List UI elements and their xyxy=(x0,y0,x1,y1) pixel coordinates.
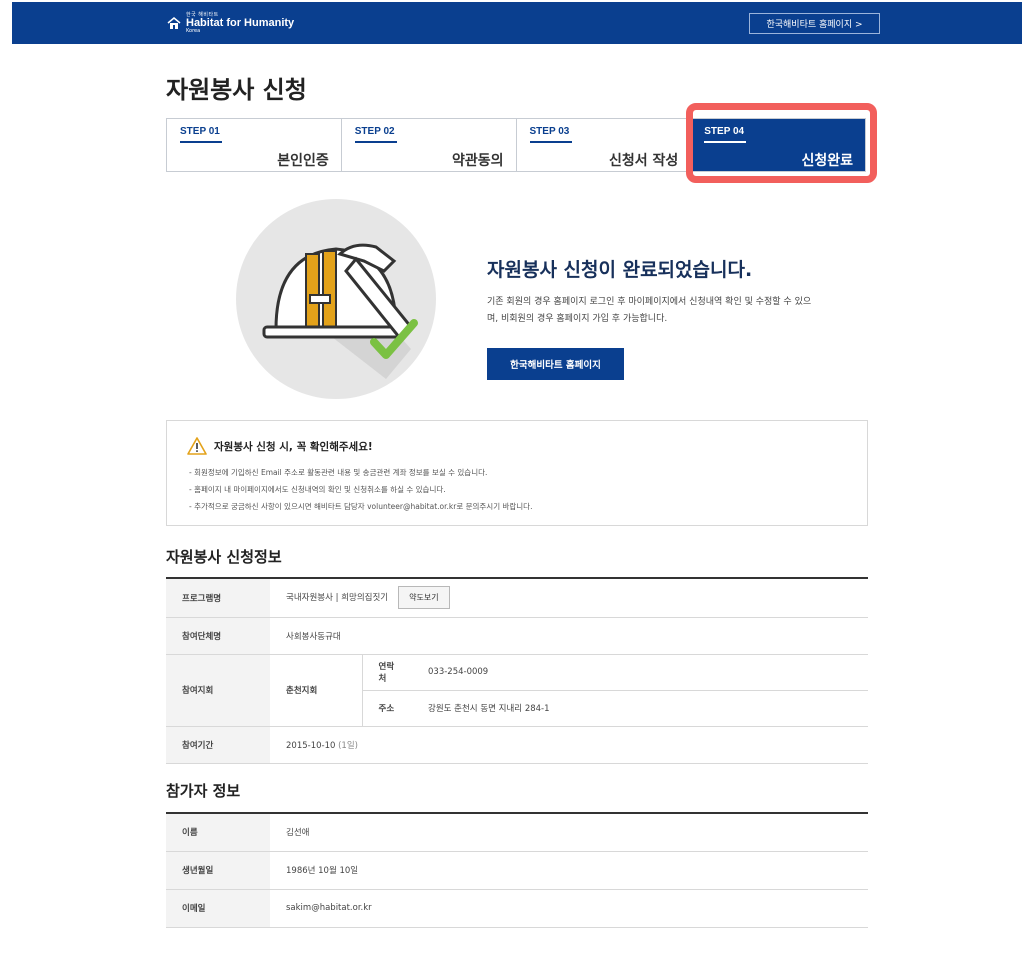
table-row: 이름 김선애 xyxy=(166,813,868,852)
group-label: 참여단체명 xyxy=(166,617,270,655)
korea-habitat-home-link[interactable]: 한국해비타트 홈페이지 > xyxy=(749,13,880,34)
step-underline xyxy=(704,141,747,143)
birth-value: 1986년 10월 10일 xyxy=(270,851,868,890)
table-row: 참여지회 춘천지회 연락처 033-254-0009 xyxy=(166,654,868,727)
habitat-logo[interactable]: 한국 해비타트 Habitat for Humanity Korea xyxy=(167,10,294,36)
address-label: 주소 xyxy=(362,690,412,727)
table-row: 참여기간 2015-10-10 (1일) xyxy=(166,726,868,764)
notice-header: 자원봉사 신청 시, 꼭 확인해주세요! xyxy=(187,437,373,455)
step-3: STEP 03 신청서 작성 xyxy=(516,119,692,171)
participant-info-title: 참가자 정보 xyxy=(166,782,241,800)
step-underline xyxy=(180,141,222,143)
helmet-hammer-check-illustration xyxy=(236,199,436,399)
logo-main-text: Habitat for Humanity xyxy=(186,16,295,29)
warning-triangle-icon xyxy=(187,437,207,455)
branch-label: 참여지회 xyxy=(166,654,270,727)
name-label: 이름 xyxy=(166,813,270,852)
notice-list: - 회원정보에 기입하신 Email 주소로 활동관련 내용 및 송금관련 계좌… xyxy=(189,464,532,515)
step-1: STEP 01 본인인증 xyxy=(167,119,342,171)
period-days: (1일) xyxy=(338,740,358,751)
table-row: 이메일 sakim@habitat.or.kr xyxy=(166,889,868,928)
program-value: 국내자원봉사 | 희망의집짓기 xyxy=(286,593,389,604)
notice-title: 자원봉사 신청 시, 꼭 확인해주세요! xyxy=(214,440,373,453)
period-label: 참여기간 xyxy=(166,726,270,764)
korea-habitat-home-button[interactable]: 한국해비타트 홈페이지 xyxy=(487,348,624,380)
step-label: 본인인증 xyxy=(277,153,329,169)
notice-item: - 추가적으로 궁금하신 사항이 있으시면 해비타트 담당자 volunteer… xyxy=(189,502,533,511)
completion-description: 기존 회원의 경우 홈페이지 로그인 후 마이페이지에서 신청내역 확인 및 수… xyxy=(487,297,812,324)
participant-info-table: 이름 김선애 생년월일 1986년 10월 10일 이메일 sakim@habi… xyxy=(166,812,868,928)
program-label: 프로그램명 xyxy=(166,578,270,618)
notice-item: - 홈페이지 내 마이페이지에서도 신청내역의 확인 및 신청취소를 하실 수 … xyxy=(189,485,446,494)
group-value: 사회봉사동규대 xyxy=(270,617,868,655)
notice-box: 자원봉사 신청 시, 꼭 확인해주세요! - 회원정보에 기입하신 Email … xyxy=(166,420,868,526)
step-number: STEP 02 xyxy=(354,126,395,137)
step-number: STEP 01 xyxy=(180,126,220,137)
map-view-button[interactable]: 약도보기 xyxy=(398,586,450,610)
top-header-bar: 한국 해비타트 Habitat for Humanity Korea 한국해비타… xyxy=(12,2,1022,44)
email-value: sakim@habitat.or.kr xyxy=(270,889,868,928)
birth-label: 생년월일 xyxy=(166,851,270,890)
logo-korea-text: Korea xyxy=(186,27,201,34)
completion-title: 자원봉사 신청이 완료되었습니다. xyxy=(487,259,753,281)
step-indicator: STEP 01 본인인증 STEP 02 약관동의 STEP 03 신청서 작성… xyxy=(166,118,866,172)
step-underline xyxy=(354,141,397,143)
step-label: 약관동의 xyxy=(451,153,504,169)
table-row: 프로그램명 국내자원봉사 | 희망의집짓기 약도보기 xyxy=(166,578,868,618)
step-underline xyxy=(529,141,572,143)
contact-value: 033-254-0009 xyxy=(412,654,868,691)
table-row: 참여단체명 사회봉사동규대 xyxy=(166,617,868,655)
application-info-title: 자원봉사 신청정보 xyxy=(166,548,282,566)
branch-value: 춘천지회 xyxy=(270,654,363,727)
step-2: STEP 02 약관동의 xyxy=(341,119,517,171)
name-value: 김선애 xyxy=(270,813,868,852)
application-info-table: 프로그램명 국내자원봉사 | 희망의집짓기 약도보기 참여단체명 사회봉사동규대 … xyxy=(166,577,868,764)
program-cell: 국내자원봉사 | 희망의집짓기 약도보기 xyxy=(270,578,868,618)
step-number: STEP 04 xyxy=(704,126,745,137)
page-title: 자원봉사 신청 xyxy=(166,76,307,104)
step-number: STEP 03 xyxy=(529,126,570,137)
habitat-house-logo-icon xyxy=(167,17,181,29)
address-value: 강원도 춘천시 동면 지내리 284-1 xyxy=(412,690,868,727)
period-cell: 2015-10-10 (1일) xyxy=(270,726,868,764)
email-label: 이메일 xyxy=(166,889,270,928)
period-value: 2015-10-10 xyxy=(286,740,336,751)
notice-item: - 회원정보에 기입하신 Email 주소로 활동관련 내용 및 송금관련 계좌… xyxy=(189,468,488,477)
step-label: 신청서 작성 xyxy=(608,153,679,169)
step-4-active: STEP 04 신청완료 xyxy=(691,119,865,171)
step-label: 신청완료 xyxy=(801,153,853,169)
table-row: 생년월일 1986년 10월 10일 xyxy=(166,851,868,890)
contact-label: 연락처 xyxy=(362,654,412,691)
